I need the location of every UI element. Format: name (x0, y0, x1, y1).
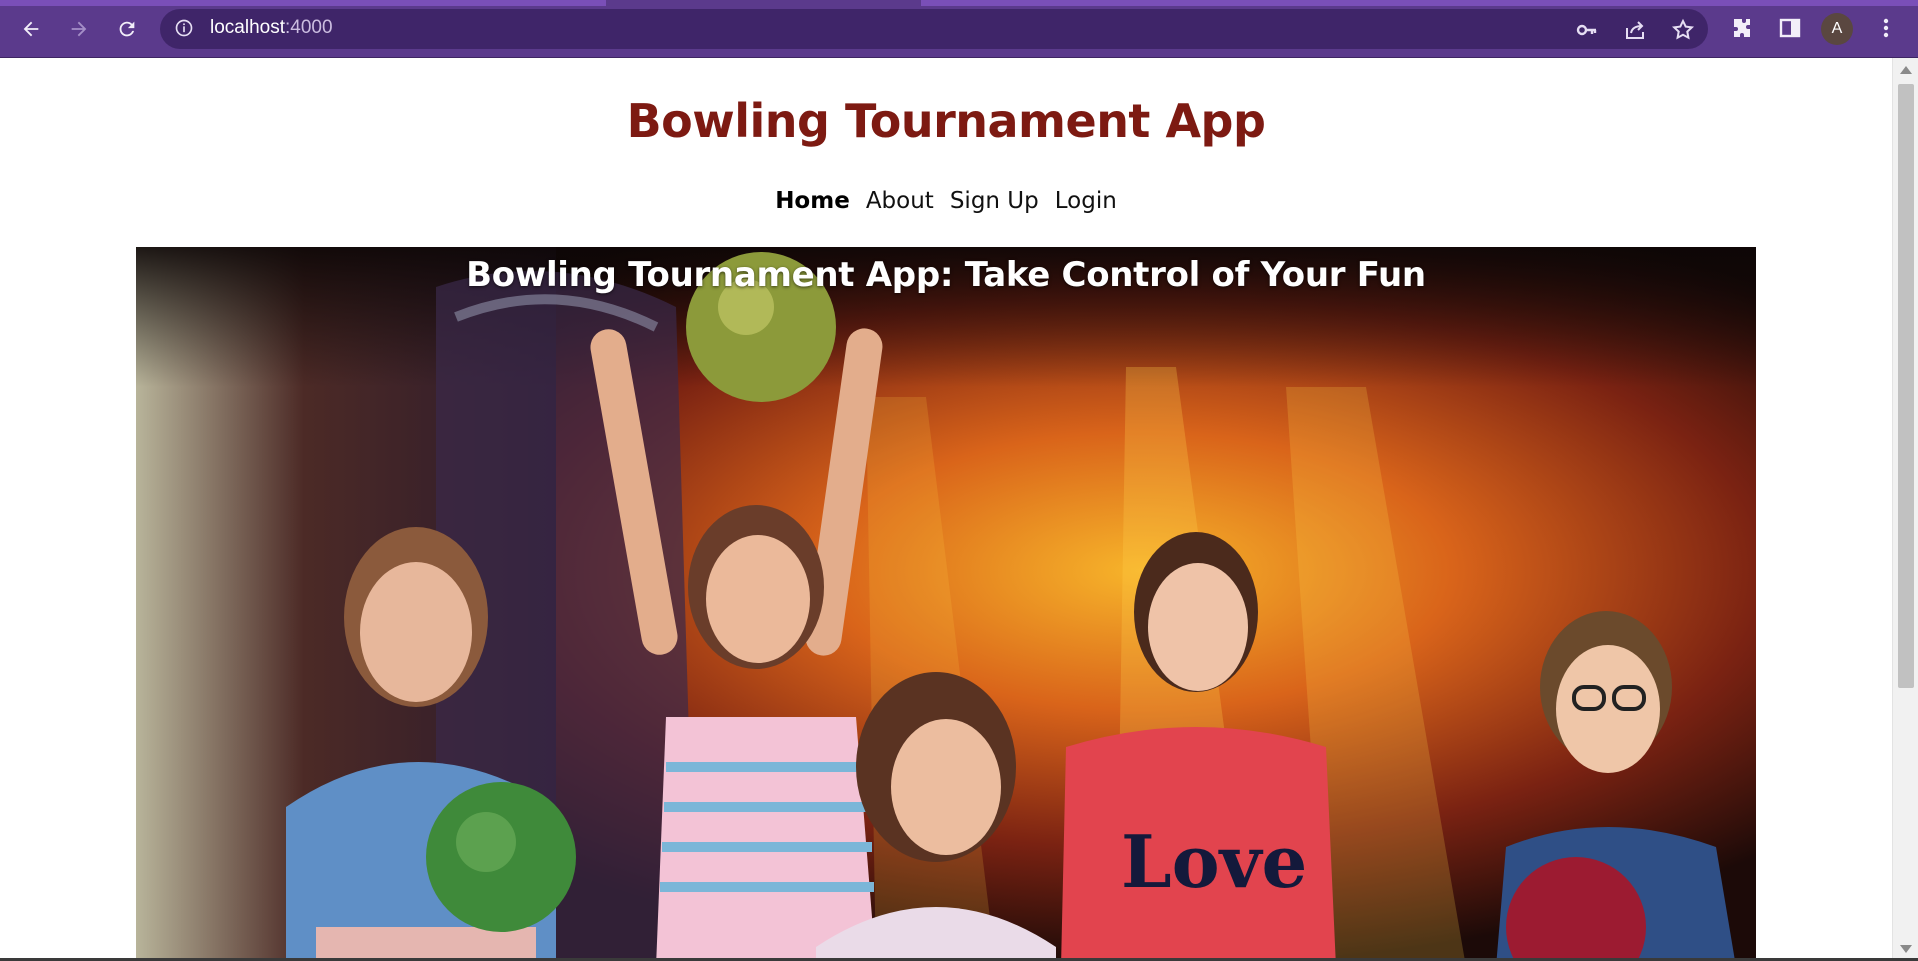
forward-button[interactable] (62, 12, 96, 46)
url-host: localhost (210, 17, 285, 38)
browser-toolbar: localhost:4000 A (0, 0, 1918, 58)
page-scrollbar[interactable] (1892, 58, 1918, 961)
scroll-down-arrow-icon[interactable] (1900, 945, 1912, 953)
scroll-thumb[interactable] (1898, 84, 1914, 688)
bookmark-star-icon[interactable] (1670, 18, 1696, 42)
nav-login[interactable]: Login (1055, 188, 1117, 214)
hero-banner: Love Bowling Tournament App: Take Contro… (136, 247, 1756, 961)
puzzle-extensions-icon[interactable] (1728, 14, 1756, 42)
active-tab-indicator (606, 0, 921, 6)
svg-text:Love: Love (1121, 819, 1307, 904)
password-key-icon[interactable] (1574, 18, 1600, 42)
forward-arrow-icon (71, 21, 87, 37)
nav-sign-up[interactable]: Sign Up (950, 188, 1039, 214)
scroll-up-arrow-icon[interactable] (1900, 66, 1912, 74)
reload-button[interactable] (110, 12, 144, 46)
reload-icon (119, 21, 135, 37)
tab-strip (0, 0, 1918, 6)
url-port: :4000 (285, 17, 333, 38)
profile-avatar[interactable]: A (1821, 13, 1853, 45)
nav-home[interactable]: Home (775, 188, 850, 214)
address-bar[interactable]: localhost:4000 (160, 9, 1708, 49)
site-info-icon[interactable] (174, 18, 194, 38)
back-button[interactable] (14, 12, 48, 46)
site-title: Bowling Tournament App (626, 94, 1266, 148)
nav-about[interactable]: About (866, 188, 934, 214)
side-panel-icon[interactable] (1776, 14, 1804, 42)
url-text: localhost:4000 (210, 17, 333, 39)
main-nav: Home About Sign Up Login (0, 188, 1892, 214)
kebab-menu-icon[interactable] (1872, 14, 1900, 42)
share-icon[interactable] (1622, 18, 1648, 42)
back-arrow-icon (23, 21, 39, 37)
hero-caption: Bowling Tournament App: Take Control of … (466, 255, 1426, 295)
kids-bowling-photo: Love (136, 247, 1756, 961)
web-page: Bowling Tournament App Home About Sign U… (0, 58, 1892, 961)
